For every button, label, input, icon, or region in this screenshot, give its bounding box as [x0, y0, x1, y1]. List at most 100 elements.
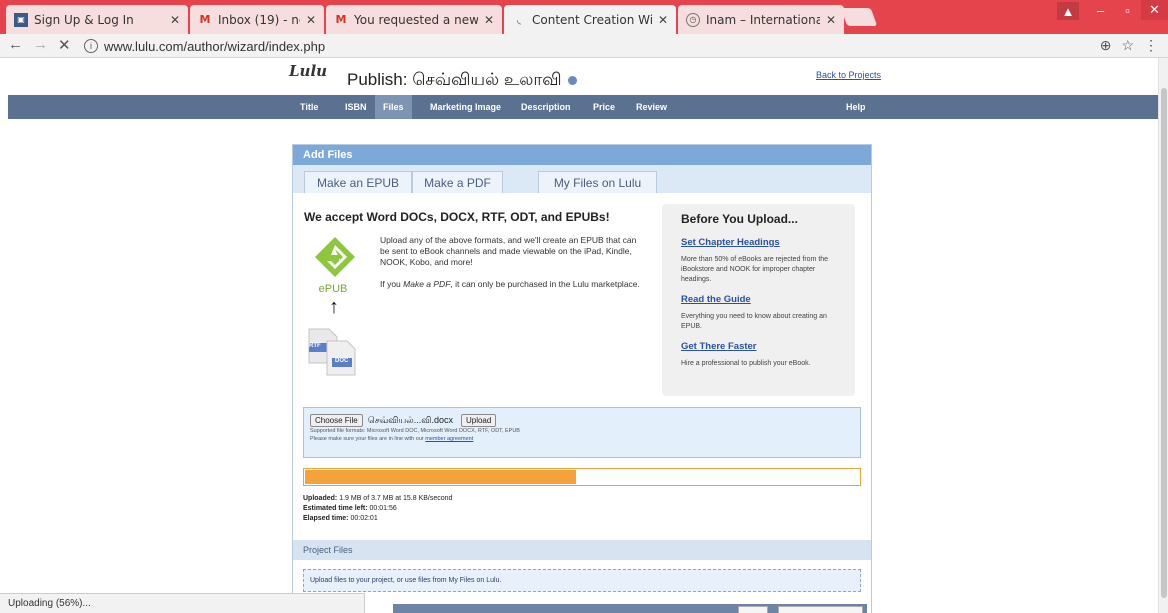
elapsed-stat: Elapsed time: 00:02:01 — [303, 514, 452, 524]
info-dot-icon[interactable] — [567, 76, 577, 86]
desc-paragraph-1: Upload any of the above formats, and we'… — [380, 235, 637, 267]
info-icon[interactable]: i — [84, 39, 98, 53]
stop-icon[interactable]: ✕ — [58, 36, 71, 54]
tab-inbox[interactable]: M Inbox (19) - neyakkoo27 ✕ — [190, 5, 324, 34]
menu-icon[interactable]: ⋮ — [1144, 37, 1158, 54]
forward-arrow-icon[interactable]: → — [33, 36, 48, 53]
agreement-note: Please make sure your files are in line … — [310, 435, 854, 443]
tab-my-files[interactable]: My Files on Lulu — [538, 171, 657, 193]
stat-value: 00:02:01 — [350, 515, 378, 522]
scrollbar-thumb[interactable] — [1161, 88, 1167, 598]
restore-icon[interactable]: ▫ — [1114, 0, 1141, 20]
doc-badge: DOC — [335, 358, 349, 364]
gmail-icon: M — [335, 13, 347, 26]
side-text: Hire a professional to publish your eBoo… — [681, 360, 811, 367]
publish-title: Publish: செவ்வியல் உலாவி — [347, 70, 577, 92]
nav-isbn[interactable]: ISBN — [345, 95, 367, 119]
get-there-faster-link[interactable]: Get There Faster — [681, 341, 855, 352]
close-icon[interactable]: ✕ — [658, 13, 668, 27]
nav-description[interactable]: Description — [521, 95, 571, 119]
window-close-icon[interactable]: ✕ — [1141, 0, 1168, 20]
content-area: We accept Word DOCs, DOCX, RTF, ODT, and… — [293, 193, 871, 613]
loading-icon: ◟ — [516, 13, 522, 26]
tab-make-pdf[interactable]: Make a PDF — [412, 171, 503, 193]
set-chapter-headings-link[interactable]: Set Chapter Headings — [681, 237, 855, 248]
upload-box: Choose File செவ்வியல்...வி.docx Upload S… — [303, 407, 861, 458]
back-to-projects-link[interactable]: Back to Projects — [816, 70, 881, 80]
nav-files[interactable]: Files — [375, 95, 412, 119]
wizard-nav: Title ISBN Files Marketing Image Descrip… — [8, 95, 1158, 119]
desc-emphasis: Make a PDF — [403, 279, 451, 289]
progress-fill — [305, 470, 577, 484]
page-scrollbar[interactable] — [1158, 58, 1168, 613]
side-text: Everything you need to know about creati… — [681, 313, 827, 330]
url-field[interactable]: i www.lulu.com/author/wizard/index.php — [84, 36, 1154, 56]
tab-requested[interactable]: M You requested a new Lul ✕ — [326, 5, 502, 34]
tab-title: Sign Up & Log In — [34, 12, 134, 27]
upload-stats: Uploaded: 1.9 MB of 3.7 MB at 15.8 KB/se… — [303, 494, 452, 524]
stat-label: Uploaded: — [303, 495, 338, 502]
tab-inam[interactable]: ◷ Inam – International Tam ✕ — [678, 5, 844, 34]
window-controls: ▲ – ▫ ✕ — [1057, 0, 1168, 24]
browser-status-bar: Uploading (56%)... — [0, 593, 365, 613]
desc-text: , it can only be purchased in the Lulu m… — [450, 279, 640, 289]
tab-sign-up[interactable]: ▣ Sign Up & Log In ✕ — [6, 5, 188, 34]
url-text: www.lulu.com/author/wizard/index.php — [104, 38, 326, 54]
before-upload-heading: Before You Upload... — [681, 212, 798, 226]
nav-help[interactable]: Help — [846, 95, 866, 119]
tab-content-wizard[interactable]: ◟ Content Creation Wizard ✕ — [504, 5, 676, 34]
read-the-guide-link[interactable]: Read the Guide — [681, 294, 855, 305]
gmail-icon: M — [199, 13, 211, 26]
desc-text: If you — [380, 279, 404, 289]
address-actions: ⊕ ☆ ⋮ — [1100, 37, 1158, 54]
upload-description: Upload any of the above formats, and we'… — [380, 235, 640, 301]
desc-paragraph-2: If you Make a PDF, it can only be purcha… — [380, 279, 640, 290]
minimize-icon[interactable]: – — [1087, 0, 1114, 20]
back-arrow-icon[interactable]: ← — [8, 36, 23, 53]
zoom-icon[interactable]: ⊕ — [1100, 37, 1112, 54]
side-text: More than 50% of eBooks are rejected fro… — [681, 256, 829, 283]
save-continue-button[interactable] — [778, 606, 863, 613]
back-button[interactable] — [738, 606, 768, 613]
clock-icon: ◷ — [686, 12, 700, 27]
add-files-panel: Add Files Make an EPUB Make a PDF My Fil… — [292, 144, 872, 613]
new-tab-button[interactable] — [840, 8, 878, 26]
project-files-message: Upload files to your project, or use fil… — [303, 569, 861, 592]
close-icon[interactable]: ✕ — [170, 13, 180, 27]
file-formats-icon — [308, 328, 356, 376]
nav-marketing-image[interactable]: Marketing Image — [430, 95, 501, 119]
stat-label: Elapsed time: — [303, 515, 349, 522]
file-tabs: Make an EPUB Make a PDF My Files on Lulu — [293, 165, 871, 193]
rtf-badge: RTF — [309, 343, 321, 349]
choose-file-button[interactable]: Choose File — [310, 414, 363, 427]
lulu-logo[interactable]: Lulu — [289, 62, 327, 80]
supported-formats: Supported file formats: Microsoft Word D… — [310, 428, 520, 434]
wizard-footer — [393, 604, 867, 613]
close-icon[interactable]: ✕ — [306, 13, 316, 27]
upload-button[interactable]: Upload — [460, 414, 497, 427]
selected-file-name: செவ்வியல்...வி.docx — [367, 414, 453, 425]
publish-title-text: Publish: செவ்வியல் உலாவி — [347, 70, 562, 89]
close-icon[interactable]: ✕ — [484, 13, 494, 27]
accept-heading: We accept Word DOCs, DOCX, RTF, ODT, and… — [304, 210, 610, 224]
tab-title: Content Creation Wizard — [532, 12, 652, 27]
tab-make-epub[interactable]: Make an EPUB — [304, 171, 412, 193]
stat-value: 00:01:56 — [369, 505, 397, 512]
nav-title[interactable]: Title — [300, 95, 318, 119]
nav-review[interactable]: Review — [636, 95, 667, 119]
upload-row: Choose File செவ்வியல்...வி.docx Upload — [310, 414, 854, 427]
page-content: Lulu Publish: செவ்வியல் உலாவி Back to Pr… — [0, 58, 1158, 613]
uploaded-stat: Uploaded: 1.9 MB of 3.7 MB at 15.8 KB/se… — [303, 494, 452, 504]
member-agreement-link[interactable]: member agreement — [425, 436, 473, 442]
upload-progress-bar — [303, 468, 861, 486]
nav-price[interactable]: Price — [593, 95, 615, 119]
star-icon[interactable]: ☆ — [1121, 37, 1134, 54]
agreement-text: Please make sure your files are in line … — [310, 436, 426, 442]
profile-icon[interactable]: ▲ — [1057, 2, 1079, 20]
browser-tab-bar: ▣ Sign Up & Log In ✕ M Inbox (19) - neya… — [0, 0, 1168, 34]
close-icon[interactable]: ✕ — [826, 13, 836, 27]
estimated-stat: Estimated time left: 00:01:56 — [303, 504, 452, 514]
address-bar: ← → ✕ i www.lulu.com/author/wizard/index… — [0, 34, 1168, 58]
lulu-favicon-icon: ▣ — [14, 12, 28, 27]
before-upload-box: Before You Upload... Set Chapter Heading… — [662, 204, 855, 396]
